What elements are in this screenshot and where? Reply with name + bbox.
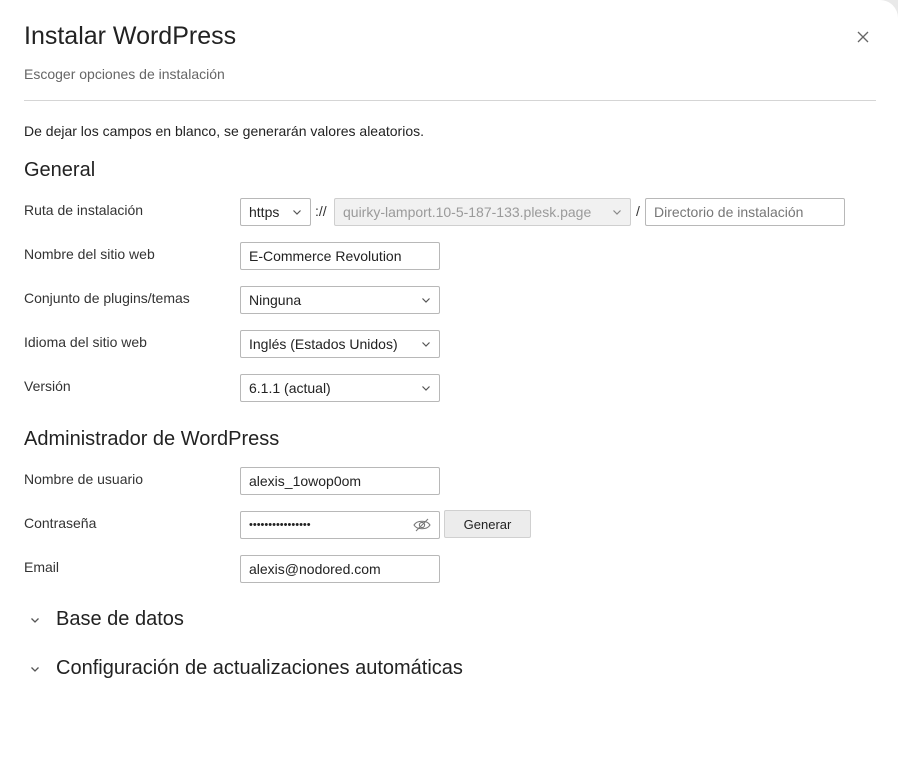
language-label: Idioma del sitio web — [24, 334, 147, 350]
dialog-title: Instalar WordPress — [24, 22, 237, 50]
database-section-toggle[interactable]: Base de datos — [30, 608, 184, 631]
domain-value: quirky-lamport.10-5-187-133.plesk.page — [343, 204, 592, 220]
domain-select[interactable]: quirky-lamport.10-5-187-133.plesk.page — [334, 198, 631, 226]
random-values-hint: De dejar los campos en blanco, se genera… — [24, 123, 425, 139]
admin-heading: Administrador de WordPress — [24, 428, 280, 450]
path-separator: / — [636, 203, 640, 219]
general-heading: General — [24, 159, 96, 181]
protocol-separator: :// — [315, 203, 327, 219]
auto-updates-section-title: Configuración de actualizaciones automát… — [56, 657, 463, 679]
install-directory-placeholder: Directorio de instalación — [654, 204, 804, 220]
version-value: 6.1.1 (actual) — [249, 380, 331, 396]
chevron-down-icon — [293, 210, 301, 215]
chevron-down-icon — [422, 342, 430, 347]
chevron-down-icon — [422, 386, 430, 391]
generate-password-button[interactable]: Generar — [444, 510, 531, 538]
protocol-value: https — [249, 204, 280, 220]
chevron-down-icon — [31, 666, 39, 672]
username-input[interactable]: alexis_1owop0om — [240, 467, 440, 495]
auto-updates-section-toggle[interactable]: Configuración de actualizaciones automát… — [30, 657, 463, 680]
site-name-label: Nombre del sitio web — [24, 246, 155, 262]
username-label: Nombre de usuario — [24, 471, 144, 487]
chevron-down-icon — [31, 617, 39, 623]
site-name-value: E-Commerce Revolution — [249, 248, 402, 264]
email-value: alexis@nodored.com — [249, 561, 381, 577]
install-directory-input[interactable]: Directorio de instalación — [645, 198, 845, 226]
header-divider — [24, 100, 876, 101]
password-masked-value: •••••••••••••••• — [249, 519, 311, 531]
version-select[interactable]: 6.1.1 (actual) — [240, 374, 440, 402]
plugin-set-value: Ninguna — [249, 292, 302, 308]
chevron-down-icon — [422, 298, 430, 303]
chevron-down-icon — [613, 210, 621, 215]
password-input[interactable]: •••••••••••••••• — [240, 511, 440, 539]
version-label: Versión — [24, 378, 71, 394]
email-label: Email — [24, 559, 60, 575]
close-button[interactable] — [852, 26, 874, 48]
password-label: Contraseña — [24, 515, 97, 531]
language-value: Inglés (Estados Unidos) — [249, 336, 398, 352]
install-path-label: Ruta de instalación — [24, 202, 144, 218]
language-select[interactable]: Inglés (Estados Unidos) — [240, 330, 440, 358]
plugin-set-select[interactable]: Ninguna — [240, 286, 440, 314]
plugin-set-label: Conjunto de plugins/temas — [24, 290, 190, 306]
eye-slash-icon[interactable] — [413, 518, 431, 532]
dialog-subtitle: Escoger opciones de instalación — [24, 66, 225, 82]
site-name-input[interactable]: E-Commerce Revolution — [240, 242, 440, 270]
protocol-select[interactable]: https — [240, 198, 311, 226]
database-section-title: Base de datos — [56, 608, 184, 630]
username-value: alexis_1owop0om — [249, 473, 362, 489]
email-input[interactable]: alexis@nodored.com — [240, 555, 440, 583]
install-wordpress-dialog: Instalar WordPress Escoger opciones de i… — [0, 0, 898, 767]
close-icon — [857, 31, 869, 43]
